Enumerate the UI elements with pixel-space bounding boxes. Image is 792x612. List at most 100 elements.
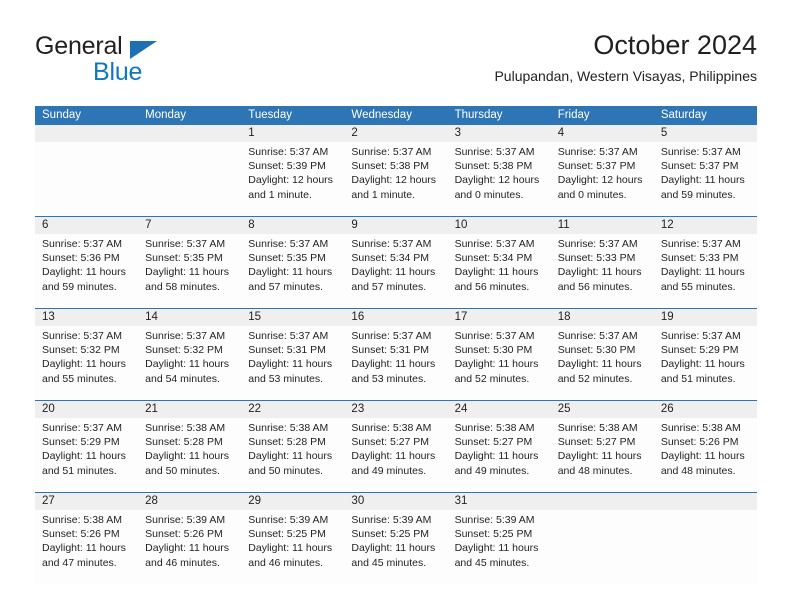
day-number[interactable]: 30 — [344, 493, 447, 510]
day-number[interactable]: 4 — [551, 125, 654, 142]
week-daynumber-band: 27 28 29 30 31 — [35, 493, 757, 510]
day-cell[interactable]: Sunrise: 5:39 AM Sunset: 5:25 PM Daylight:… — [344, 510, 447, 584]
sunset-text: Sunset: 5:38 PM — [454, 160, 533, 173]
sunrise-text: Sunrise: 5:37 AM — [454, 330, 535, 342]
sunset-text: Sunset: 5:27 PM — [454, 436, 533, 449]
day-number-empty — [654, 493, 757, 510]
day-number[interactable]: 22 — [241, 401, 344, 418]
sunrise-text: Sunrise: 5:38 AM — [454, 422, 535, 434]
daylight-text-line2: and 55 minutes. — [660, 280, 736, 293]
weekday-header-tuesday: Tuesday — [248, 109, 292, 121]
day-number[interactable]: 31 — [448, 493, 551, 510]
logo-triangle-icon — [130, 41, 157, 59]
daylight-text-line2: and 56 minutes. — [454, 280, 530, 293]
day-number[interactable]: 15 — [241, 309, 344, 326]
day-cell[interactable]: Sunrise: 5:37 AM Sunset: 5:30 PM Daylight:… — [551, 326, 654, 400]
day-cell[interactable]: Sunrise: 5:37 AM Sunset: 5:29 PM Daylight:… — [35, 418, 138, 492]
day-number[interactable]: 28 — [138, 493, 241, 510]
day-number[interactable]: 17 — [448, 309, 551, 326]
day-number[interactable]: 19 — [654, 309, 757, 326]
day-number[interactable]: 20 — [35, 401, 138, 418]
sunrise-text: Sunrise: 5:37 AM — [660, 330, 741, 342]
day-cell[interactable]: Sunrise: 5:38 AM Sunset: 5:27 PM Daylight:… — [551, 418, 654, 492]
sunset-text: Sunset: 5:39 PM — [248, 160, 326, 173]
sunset-text: Sunset: 5:38 PM — [351, 160, 430, 173]
day-number[interactable]: 2 — [344, 125, 447, 142]
day-number[interactable]: 8 — [241, 217, 344, 234]
day-cell[interactable]: Sunrise: 5:37 AM Sunset: 5:37 PM Daylight:… — [551, 142, 654, 216]
sunrise-text: Sunrise: 5:37 AM — [248, 330, 329, 342]
sunrise-text: Sunrise: 5:39 AM — [351, 514, 432, 526]
day-cell[interactable]: Sunrise: 5:39 AM Sunset: 5:25 PM Daylight:… — [241, 510, 344, 584]
daylight-text-line2: and 53 minutes. — [248, 372, 323, 385]
day-number[interactable]: 21 — [138, 401, 241, 418]
day-number[interactable]: 23 — [344, 401, 447, 418]
day-cell-empty — [138, 142, 241, 216]
day-cell[interactable]: Sunrise: 5:38 AM Sunset: 5:27 PM Daylight:… — [448, 418, 551, 492]
day-cell[interactable]: Sunrise: 5:37 AM Sunset: 5:39 PM Daylight:… — [241, 142, 344, 216]
daylight-text-line1: Daylight: 12 hours — [454, 174, 540, 187]
day-cell[interactable]: Sunrise: 5:37 AM Sunset: 5:31 PM Daylight:… — [241, 326, 344, 400]
day-cell[interactable]: Sunrise: 5:39 AM Sunset: 5:26 PM Daylight:… — [138, 510, 241, 584]
day-number[interactable]: 10 — [448, 217, 551, 234]
day-cell[interactable]: Sunrise: 5:37 AM Sunset: 5:33 PM Daylight:… — [654, 234, 757, 308]
day-cell[interactable]: Sunrise: 5:37 AM Sunset: 5:32 PM Daylight:… — [138, 326, 241, 400]
daylight-text-line1: Daylight: 11 hours — [248, 450, 333, 463]
day-number[interactable]: 13 — [35, 309, 138, 326]
day-number[interactable]: 6 — [35, 217, 138, 234]
day-cell[interactable]: Sunrise: 5:38 AM Sunset: 5:28 PM Daylight:… — [241, 418, 344, 492]
day-number[interactable]: 7 — [138, 217, 241, 234]
day-number[interactable]: 11 — [551, 217, 654, 234]
day-number[interactable]: 24 — [448, 401, 551, 418]
day-cell[interactable]: Sunrise: 5:37 AM Sunset: 5:31 PM Daylight:… — [344, 326, 447, 400]
day-number[interactable]: 29 — [241, 493, 344, 510]
day-cell[interactable]: Sunrise: 5:37 AM Sunset: 5:36 PM Daylight:… — [35, 234, 138, 308]
daylight-text-line1: Daylight: 11 hours — [660, 358, 745, 371]
sunset-text: Sunset: 5:29 PM — [660, 344, 739, 357]
day-cell-empty — [551, 510, 654, 584]
day-cell[interactable]: Sunrise: 5:37 AM Sunset: 5:29 PM Daylight:… — [654, 326, 757, 400]
day-cell[interactable]: Sunrise: 5:37 AM Sunset: 5:38 PM Daylight:… — [448, 142, 551, 216]
sunrise-text: Sunrise: 5:39 AM — [454, 514, 535, 526]
daylight-text-line1: Daylight: 11 hours — [351, 450, 436, 463]
sunrise-text: Sunrise: 5:37 AM — [145, 330, 226, 342]
daylight-text-line2: and 0 minutes. — [454, 188, 524, 201]
day-cell[interactable]: Sunrise: 5:38 AM Sunset: 5:27 PM Daylight:… — [344, 418, 447, 492]
day-number[interactable]: 16 — [344, 309, 447, 326]
day-cell[interactable]: Sunrise: 5:37 AM Sunset: 5:34 PM Daylight:… — [448, 234, 551, 308]
day-cell[interactable]: Sunrise: 5:37 AM Sunset: 5:32 PM Daylight:… — [35, 326, 138, 400]
sunset-text: Sunset: 5:31 PM — [248, 344, 326, 357]
daylight-text-line2: and 49 minutes. — [454, 464, 530, 477]
sunset-text: Sunset: 5:28 PM — [248, 436, 326, 449]
day-cell[interactable]: Sunrise: 5:37 AM Sunset: 5:35 PM Daylight:… — [138, 234, 241, 308]
day-number[interactable]: 25 — [551, 401, 654, 418]
day-cell[interactable]: Sunrise: 5:37 AM Sunset: 5:38 PM Daylight:… — [344, 142, 447, 216]
day-cell[interactable]: Sunrise: 5:37 AM Sunset: 5:35 PM Daylight:… — [241, 234, 344, 308]
weekday-header-thursday: Thursday — [454, 109, 503, 121]
day-number[interactable]: 9 — [344, 217, 447, 234]
day-cell[interactable]: Sunrise: 5:38 AM Sunset: 5:26 PM Daylight:… — [654, 418, 757, 492]
sunset-text: Sunset: 5:26 PM — [145, 528, 223, 541]
day-cell[interactable]: Sunrise: 5:38 AM Sunset: 5:26 PM Daylight:… — [35, 510, 138, 584]
day-number[interactable]: 12 — [654, 217, 757, 234]
day-cell[interactable]: Sunrise: 5:37 AM Sunset: 5:34 PM Daylight:… — [344, 234, 447, 308]
sunrise-text: Sunrise: 5:37 AM — [42, 422, 122, 434]
day-number[interactable]: 26 — [654, 401, 757, 418]
day-number[interactable]: 18 — [551, 309, 654, 326]
day-cell[interactable]: Sunrise: 5:37 AM Sunset: 5:30 PM Daylight:… — [448, 326, 551, 400]
weekday-header-row: Sunday Monday Tuesday Wednesday Thursday Frid… — [35, 106, 757, 125]
weekday-header-friday: Friday — [557, 109, 590, 121]
page-subtitle: Pulupandan, Western Visayas, Philippines — [494, 68, 757, 84]
day-number[interactable]: 5 — [654, 125, 757, 142]
daylight-text-line1: Daylight: 11 hours — [42, 450, 126, 463]
daylight-text-line1: Daylight: 11 hours — [557, 266, 642, 279]
day-cell[interactable]: Sunrise: 5:37 AM Sunset: 5:37 PM Daylight:… — [654, 142, 757, 216]
day-number[interactable]: 1 — [241, 125, 344, 142]
day-cell[interactable]: Sunrise: 5:38 AM Sunset: 5:28 PM Daylight:… — [138, 418, 241, 492]
calendar-page: General Blue October 2024 Pulupandan, We… — [0, 0, 792, 612]
day-number[interactable]: 27 — [35, 493, 138, 510]
day-cell[interactable]: Sunrise: 5:37 AM Sunset: 5:33 PM Daylight:… — [551, 234, 654, 308]
day-number[interactable]: 14 — [138, 309, 241, 326]
day-cell[interactable]: Sunrise: 5:39 AM Sunset: 5:25 PM Daylight:… — [448, 510, 551, 584]
day-number[interactable]: 3 — [448, 125, 551, 142]
